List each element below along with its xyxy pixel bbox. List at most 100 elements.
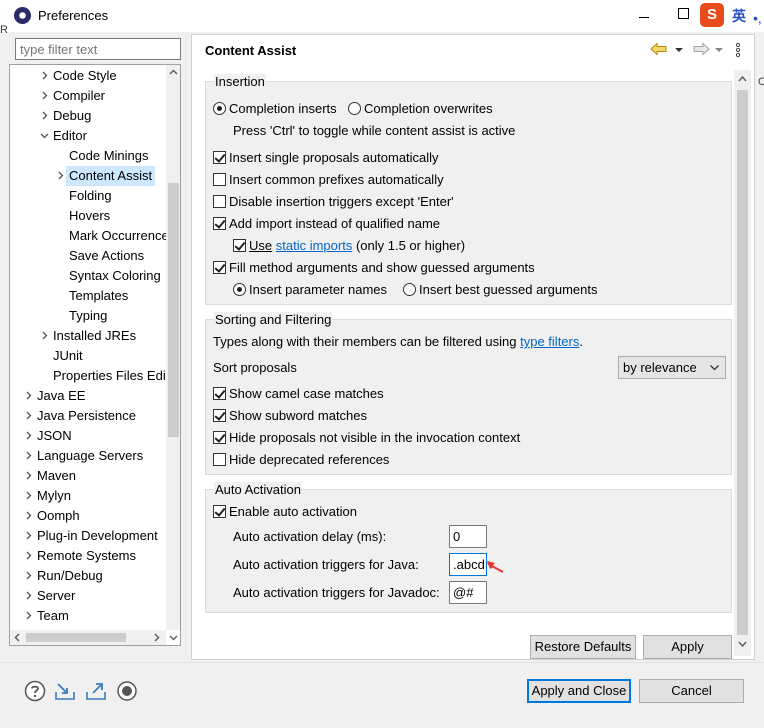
tree-item[interactable]: Properties Files Editor: [10, 366, 166, 386]
tree-item[interactable]: Plug-in Development: [10, 526, 166, 546]
java-triggers-input[interactable]: .abcd: [449, 553, 487, 576]
chevron-down-icon[interactable]: [38, 126, 50, 146]
checkbox-indicator[interactable]: [213, 261, 226, 274]
tree-item[interactable]: Syntax Coloring: [10, 266, 166, 286]
javadoc-triggers-input[interactable]: @#: [449, 581, 487, 604]
checkbox-indicator[interactable]: [233, 239, 246, 252]
sorting-group-title: Sorting and Filtering: [214, 312, 333, 327]
tree-item[interactable]: Mark Occurrences: [10, 226, 166, 246]
chevron-right-icon[interactable]: [22, 586, 34, 606]
record-icon[interactable]: [116, 680, 138, 702]
checkbox-indicator[interactable]: [213, 387, 226, 400]
maximize-button[interactable]: [678, 8, 689, 19]
tree-item[interactable]: Code Style: [10, 66, 166, 86]
tree-scroll-thumb[interactable]: [168, 183, 179, 437]
radio-indicator[interactable]: [348, 102, 361, 115]
chevron-right-icon[interactable]: [22, 466, 34, 486]
chevron-right-icon[interactable]: [22, 566, 34, 586]
tree-vertical-scrollbar[interactable]: [166, 65, 180, 641]
help-icon[interactable]: [24, 680, 46, 702]
chevron-right-icon[interactable]: [22, 426, 34, 446]
chevron-right-icon[interactable]: [22, 486, 34, 506]
radio-indicator[interactable]: [403, 283, 416, 296]
filter-input[interactable]: [15, 38, 181, 60]
checkbox-indicator[interactable]: [213, 409, 226, 422]
ime-language-indicator[interactable]: 英: [732, 6, 746, 26]
scroll-right-icon[interactable]: [152, 633, 161, 642]
checkbox-indicator[interactable]: [213, 195, 226, 208]
tree-item[interactable]: Mylyn: [10, 486, 166, 506]
chevron-right-icon[interactable]: [22, 386, 34, 406]
chevron-right-icon[interactable]: [22, 546, 34, 566]
tree-item[interactable]: JUnit: [10, 346, 166, 366]
tree-item[interactable]: Server: [10, 586, 166, 606]
tree-item[interactable]: Remote Systems: [10, 546, 166, 566]
delay-input[interactable]: 0: [449, 525, 487, 548]
tree-item[interactable]: Save Actions: [10, 246, 166, 266]
tree-item[interactable]: Hovers: [10, 206, 166, 226]
apply-button[interactable]: Apply: [643, 635, 732, 659]
chevron-right-icon[interactable]: [22, 526, 34, 546]
radio-indicator[interactable]: [233, 283, 246, 296]
page-vertical-scrollbar[interactable]: [734, 70, 751, 656]
page-title: Content Assist: [205, 43, 297, 58]
scroll-down-icon[interactable]: [166, 630, 180, 645]
tree-horizontal-scrollbar[interactable]: [10, 630, 166, 645]
export-icon[interactable]: [85, 680, 107, 702]
page-scroll-up-icon[interactable]: [737, 74, 748, 83]
chevron-right-icon[interactable]: [22, 506, 34, 526]
scroll-up-icon[interactable]: [166, 65, 180, 80]
page-scroll-down-icon[interactable]: [737, 640, 748, 649]
chevron-right-icon[interactable]: [22, 406, 34, 426]
tree-item[interactable]: Templates: [10, 286, 166, 306]
checkbox-indicator[interactable]: [213, 505, 226, 518]
tree-item[interactable]: JSON: [10, 426, 166, 446]
checkbox-indicator[interactable]: [213, 431, 226, 444]
tree-item[interactable]: Installed JREs: [10, 326, 166, 346]
tree-item[interactable]: Team: [10, 606, 166, 626]
apply-and-close-button[interactable]: Apply and Close: [527, 679, 631, 703]
tree-item[interactable]: Maven: [10, 466, 166, 486]
forward-arrow-icon[interactable]: [692, 42, 710, 56]
chevron-right-icon[interactable]: [38, 326, 50, 346]
ime-punctuation-indicator[interactable]: •,: [753, 10, 762, 26]
view-menu-icon[interactable]: [735, 42, 741, 58]
checkbox-indicator[interactable]: [213, 173, 226, 186]
tree-item[interactable]: Language Servers: [10, 446, 166, 466]
type-filters-link[interactable]: type filters: [520, 334, 579, 349]
chevron-right-icon[interactable]: [22, 606, 34, 626]
back-arrow-icon[interactable]: [650, 42, 668, 56]
import-icon[interactable]: [54, 680, 76, 702]
tree-item[interactable]: Debug: [10, 106, 166, 126]
chevron-right-icon[interactable]: [54, 166, 66, 186]
tree-item[interactable]: Folding: [10, 186, 166, 206]
checkbox-indicator[interactable]: [213, 217, 226, 230]
ime-logo-icon[interactable]: S: [700, 3, 724, 27]
tree-item[interactable]: Java Persistence: [10, 406, 166, 426]
chevron-right-icon[interactable]: [38, 86, 50, 106]
chevron-right-icon[interactable]: [38, 106, 50, 126]
static-imports-link[interactable]: static imports: [276, 238, 353, 253]
chevron-right-icon[interactable]: [22, 446, 34, 466]
checkbox-indicator[interactable]: [213, 453, 226, 466]
tree-item[interactable]: Content Assist: [10, 166, 166, 186]
checkbox-indicator[interactable]: [213, 151, 226, 164]
minimize-button[interactable]: [634, 6, 656, 24]
restore-defaults-button[interactable]: Restore Defaults: [530, 635, 636, 659]
page-scroll-thumb[interactable]: [737, 90, 748, 635]
chevron-right-icon[interactable]: [38, 66, 50, 86]
tree-item[interactable]: Editor: [10, 126, 166, 146]
sort-proposals-select[interactable]: by relevance: [618, 356, 726, 379]
radio-indicator[interactable]: [213, 102, 226, 115]
cancel-button[interactable]: Cancel: [639, 679, 744, 703]
back-menu-chevron-icon[interactable]: [675, 48, 683, 53]
tree-item[interactable]: Compiler: [10, 86, 166, 106]
tree-item[interactable]: Code Minings: [10, 146, 166, 166]
scroll-left-icon[interactable]: [13, 633, 22, 642]
tree-item[interactable]: Run/Debug: [10, 566, 166, 586]
tree-hscroll-thumb[interactable]: [26, 633, 126, 642]
tree-item[interactable]: Java EE: [10, 386, 166, 406]
forward-menu-chevron-icon[interactable]: [715, 48, 723, 53]
tree-item[interactable]: Oomph: [10, 506, 166, 526]
tree-item[interactable]: Typing: [10, 306, 166, 326]
